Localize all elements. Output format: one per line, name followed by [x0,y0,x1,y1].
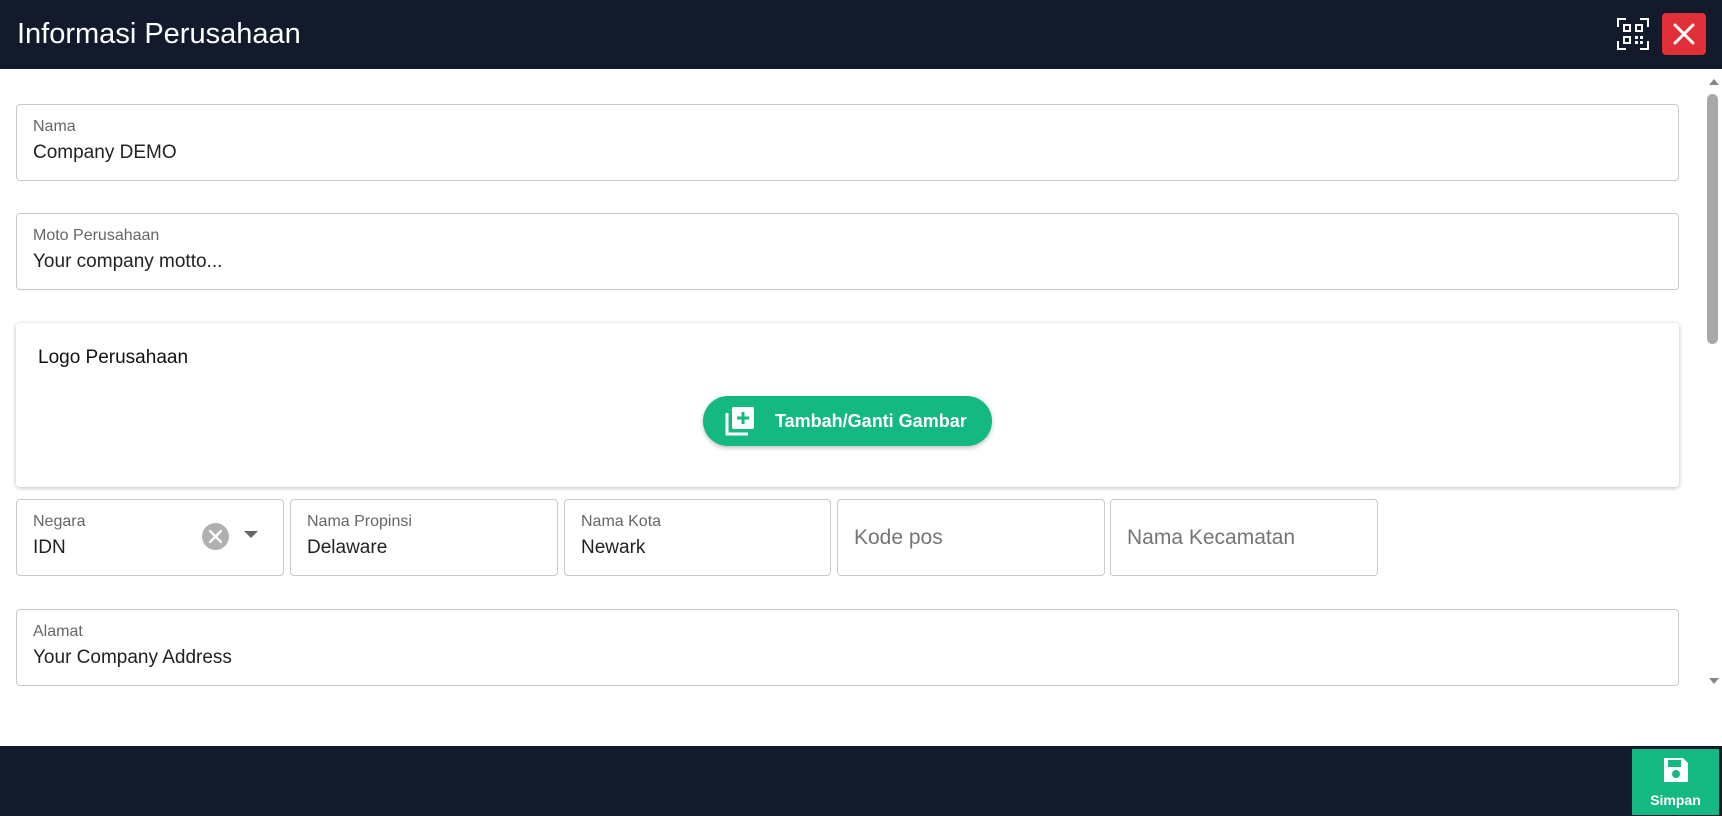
negara-select[interactable]: Negara IDN [16,499,284,576]
alamat-label: Alamat [33,623,83,640]
kota-value: Newark [581,537,646,558]
alamat-field[interactable]: Alamat Your Company Address [16,609,1679,686]
negara-value: IDN [33,537,66,558]
close-button[interactable] [1662,13,1706,55]
nama-value: Company DEMO [33,142,177,163]
save-button[interactable]: Simpan [1632,749,1719,815]
add-image-button[interactable]: Tambah/Ganti Gambar [703,396,992,446]
propinsi-field[interactable]: Nama Propinsi Delaware [290,499,558,576]
chevron-down-icon[interactable] [244,531,258,538]
save-label: Simpan [1650,792,1701,808]
negara-label: Negara [33,513,86,530]
moto-label: Moto Perusahaan [33,227,160,244]
kota-label: Nama Kota [581,513,662,530]
moto-field[interactable]: Moto Perusahaan Your company motto... [16,213,1679,290]
scrollbar[interactable] [1703,69,1722,695]
logo-card: Logo Perusahaan Tambah/Ganti Gambar [16,323,1679,487]
propinsi-label: Nama Propinsi [307,513,412,530]
scroll-down-icon[interactable] [1709,678,1719,684]
dialog-footer: Simpan [0,746,1722,816]
scroll-thumb[interactable] [1707,94,1718,344]
alamat-value: Your Company Address [33,647,232,668]
form-content: Nama Company DEMO Moto Perusahaan Your c… [0,69,1722,695]
save-icon [1664,758,1688,782]
moto-value: Your company motto... [33,251,223,272]
scroll-up-icon[interactable] [1709,79,1719,85]
nama-label: Nama [33,118,76,135]
qr-code-icon[interactable] [1617,18,1649,50]
kota-field[interactable]: Nama Kota Newark [564,499,831,576]
kecamatan-field[interactable]: Nama Kecamatan [1110,499,1378,576]
clear-icon[interactable] [202,523,229,550]
kode-pos-field[interactable]: Kode pos [837,499,1105,576]
kode-pos-placeholder: Kode pos [854,526,943,549]
add-image-label: Tambah/Ganti Gambar [775,411,967,431]
nama-field[interactable]: Nama Company DEMO [16,104,1679,181]
page-title: Informasi Perusahaan [17,18,301,50]
propinsi-value: Delaware [307,537,388,558]
dialog-header: Informasi Perusahaan [0,0,1722,69]
add-image-icon [725,406,755,441]
close-icon [1673,23,1695,45]
logo-title: Logo Perusahaan [38,347,189,368]
kecamatan-placeholder: Nama Kecamatan [1127,526,1296,549]
